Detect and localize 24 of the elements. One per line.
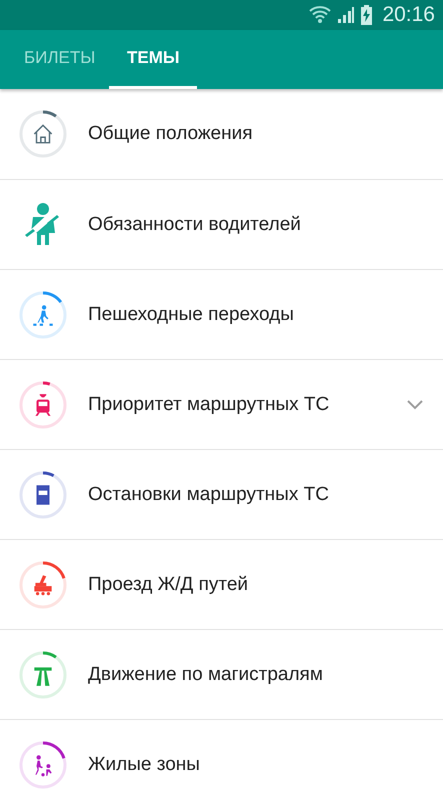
topic-row[interactable]: Пешеходные переходы bbox=[0, 270, 443, 360]
topic-row[interactable]: Остановки маршрутных ТС bbox=[0, 450, 443, 540]
topic-row[interactable]: Обязанности водителей bbox=[0, 180, 443, 270]
signal-icon bbox=[337, 6, 356, 24]
progress-ring bbox=[18, 109, 68, 159]
topic-row[interactable]: Жилые зоны bbox=[0, 720, 443, 789]
topic-title: Приоритет маршрутных ТС bbox=[88, 394, 330, 416]
wifi-icon bbox=[309, 5, 332, 25]
topic-row[interactable]: Движение по магистралям bbox=[0, 630, 443, 720]
topic-title: Проезд Ж/Д путей bbox=[88, 574, 250, 596]
topic-title: Жилые зоны bbox=[88, 754, 201, 776]
topic-title: Общие положения bbox=[88, 123, 254, 145]
battery-charging-icon bbox=[361, 5, 372, 25]
topic-title: Остановки маршрутных ТС bbox=[88, 484, 330, 506]
progress-ring bbox=[18, 380, 68, 430]
clock-time: 20:16 bbox=[382, 3, 435, 27]
tab[interactable]: ТЕМЫ bbox=[109, 30, 198, 89]
topic-row[interactable]: Проезд Ж/Д путей bbox=[0, 540, 443, 630]
topic-title: Движение по магистралям bbox=[88, 664, 324, 686]
topic-row[interactable]: Общие положения bbox=[0, 89, 443, 180]
topic-title: Пешеходные переходы bbox=[88, 304, 295, 326]
topic-row[interactable]: Приоритет маршрутных ТС bbox=[0, 360, 443, 450]
topic-title: Обязанности водителей bbox=[88, 214, 302, 236]
chevron-down-icon[interactable] bbox=[407, 400, 423, 410]
